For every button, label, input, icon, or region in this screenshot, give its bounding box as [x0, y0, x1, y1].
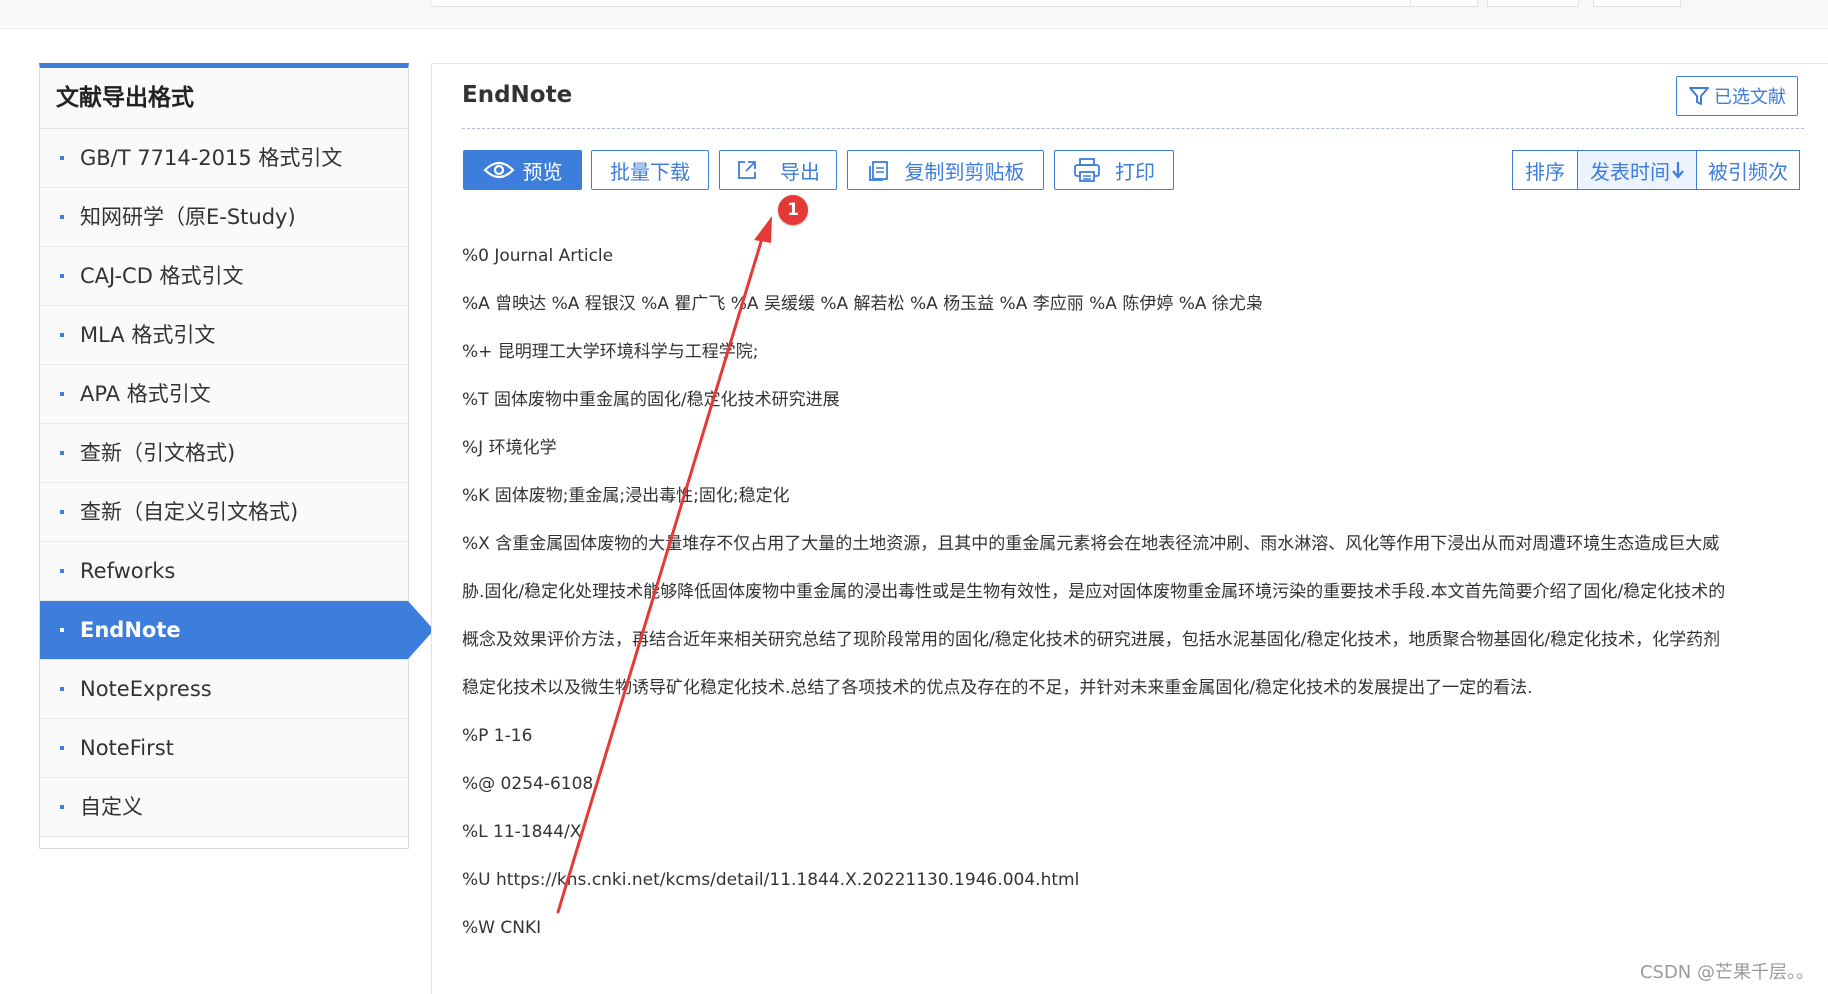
advanced-search-button[interactable]: [1487, 0, 1579, 7]
sidebar-item-label: EndNote: [80, 618, 181, 642]
search-box[interactable]: [430, 0, 1412, 7]
sidebar-item-cajcd[interactable]: CAJ-CD 格式引文: [40, 247, 408, 306]
watermark: CSDN @芒果千层。。: [1639, 962, 1814, 983]
sidebar-item-noteexpress[interactable]: NoteExpress: [40, 660, 408, 719]
abstract-line: 稳定化技术以及微生物诱导矿化稳定化技术.总结了各项技术的优点及存在的不足，并针对…: [462, 678, 1533, 698]
sort-time-label: 发表时间: [1590, 159, 1670, 184]
bullet-icon: [60, 451, 64, 455]
record-abstract: %X 含重金属固体废物的大量堆存不仅占用了大量的土地资源，且其中的重金属元素将会…: [462, 520, 1812, 712]
sidebar-item-label: MLA 格式引文: [80, 323, 216, 347]
title-divider: [462, 128, 1804, 129]
abstract-line: %X 含重金属固体废物的大量堆存不仅占用了大量的土地资源，且其中的重金属元素将会…: [462, 534, 1720, 554]
record-type: %0 Journal Article: [462, 246, 614, 266]
sidebar-title: 文献导出格式: [40, 68, 408, 129]
top-bar: [0, 0, 1828, 29]
sidebar-item-refworks[interactable]: Refworks: [40, 542, 408, 601]
arrow-down-icon: [1672, 162, 1684, 179]
bullet-icon: [60, 569, 64, 573]
search-button[interactable]: [1410, 0, 1478, 7]
batch-download-button[interactable]: 批量下载: [591, 150, 709, 190]
sort-label-text: 排序: [1525, 159, 1565, 184]
preview-label: 预览: [522, 159, 563, 184]
bullet-icon: [60, 215, 64, 219]
record-keywords: %K 固体废物;重金属;浸出毒性;固化;稳定化: [462, 486, 790, 506]
print-button[interactable]: 打印: [1054, 150, 1174, 190]
sidebar-item-label: CAJ-CD 格式引文: [80, 264, 244, 288]
bullet-icon: [60, 333, 64, 337]
sidebar-item-gbt7714[interactable]: GB/T 7714-2015 格式引文: [40, 129, 408, 188]
sidebar-item-label: NoteFirst: [80, 736, 174, 760]
sidebar-item-label: GB/T 7714-2015 格式引文: [80, 146, 343, 170]
sidebar-item-apa[interactable]: APA 格式引文: [40, 365, 408, 424]
clipboard-icon: [868, 161, 888, 181]
sort-label: 排序: [1512, 150, 1578, 190]
selected-documents-button[interactable]: 已选文献: [1676, 76, 1798, 116]
preview-button[interactable]: 预览: [463, 150, 582, 190]
bullet-icon: [60, 392, 64, 396]
record-issn: %@ 0254-6108: [462, 774, 594, 794]
bullet-icon: [60, 156, 64, 160]
record-authors: %A 曾映达 %A 程银汉 %A 瞿广飞 %A 吴缓缓 %A 解若松 %A 杨玉…: [462, 294, 1263, 314]
page-title: EndNote: [462, 82, 573, 108]
filter-icon: [1689, 87, 1709, 105]
export-label: 导出: [780, 159, 820, 184]
selected-documents-label: 已选文献: [1714, 87, 1786, 108]
sidebar-item-label: 自定义: [80, 795, 143, 819]
export-preview-panel: EndNote 已选文献 预览 批量下载 导出 复制到剪贴板 打印 排序 发表时…: [431, 63, 1828, 994]
record-pages: %P 1-16: [462, 726, 533, 746]
record-database: %W CNKI: [462, 918, 542, 938]
record-affiliation: %+ 昆明理工大学环境科学与工程学院;: [462, 342, 759, 362]
batch-download-label: 批量下载: [610, 159, 690, 184]
sidebar-item-novelty-custom[interactable]: 查新（自定义引文格式): [40, 483, 408, 542]
sidebar-item-label: NoteExpress: [80, 677, 212, 701]
export-format-sidebar: 文献导出格式 GB/T 7714-2015 格式引文 知网研学（原E-Study…: [39, 63, 434, 849]
top-action-button[interactable]: [1593, 0, 1681, 7]
sidebar-item-label: 查新（自定义引文格式): [80, 500, 299, 524]
sidebar-item-custom[interactable]: 自定义: [40, 778, 408, 837]
abstract-line: 概念及效果评价方法，再结合近年来相关研究总结了现阶段常用的固化/稳定化技术的研究…: [462, 630, 1721, 650]
print-label: 打印: [1115, 159, 1155, 184]
sidebar-item-label: Refworks: [80, 559, 176, 583]
bullet-icon: [60, 687, 64, 691]
printer-icon: [1074, 158, 1100, 182]
bullet-icon: [60, 510, 64, 514]
copy-to-clipboard-button[interactable]: 复制到剪贴板: [847, 150, 1044, 190]
record-title: %T 固体废物中重金属的固化/稳定化技术研究进展: [462, 390, 840, 410]
sidebar-item-label: 知网研学（原E-Study): [80, 205, 296, 229]
endnote-record: %0 Journal Article %A 曾映达 %A 程银汉 %A 瞿广飞 …: [462, 232, 1812, 952]
annotation-badge: 1: [778, 195, 808, 225]
sort-by-citations-button[interactable]: 被引频次: [1696, 150, 1800, 190]
sidebar-item-label: 查新（引文格式): [80, 441, 236, 465]
sort-by-publish-time-button[interactable]: 发表时间: [1577, 150, 1697, 190]
eye-icon: [482, 161, 515, 179]
sort-cited-label: 被引频次: [1708, 159, 1788, 184]
abstract-line: 胁.固化/稳定化处理技术能够降低固体废物中重金属的浸出毒性或是生物有效性，是应对…: [462, 582, 1726, 602]
bullet-icon: [60, 274, 64, 278]
export-button[interactable]: 导出: [719, 150, 837, 190]
sidebar-item-endnote[interactable]: EndNote: [40, 601, 434, 660]
external-link-icon: [738, 161, 756, 179]
sidebar-item-mla[interactable]: MLA 格式引文: [40, 306, 408, 365]
sidebar-item-notefirst[interactable]: NoteFirst: [40, 719, 408, 778]
sidebar-item-label: APA 格式引文: [80, 382, 211, 406]
bullet-icon: [60, 805, 64, 809]
record-url: %U https://kns.cnki.net/kcms/detail/11.1…: [462, 870, 1080, 890]
record-journal: %J 环境化学: [462, 438, 557, 458]
record-cn: %L 11-1844/X: [462, 822, 582, 842]
bullet-icon: [60, 628, 64, 632]
bullet-icon: [60, 746, 64, 750]
sidebar-item-novelty-search[interactable]: 查新（引文格式): [40, 424, 408, 483]
sidebar-item-estudy[interactable]: 知网研学（原E-Study): [40, 188, 408, 247]
sort-controls: 排序 发表时间 被引频次: [1512, 150, 1800, 190]
copy-to-clipboard-label: 复制到剪贴板: [904, 159, 1025, 184]
